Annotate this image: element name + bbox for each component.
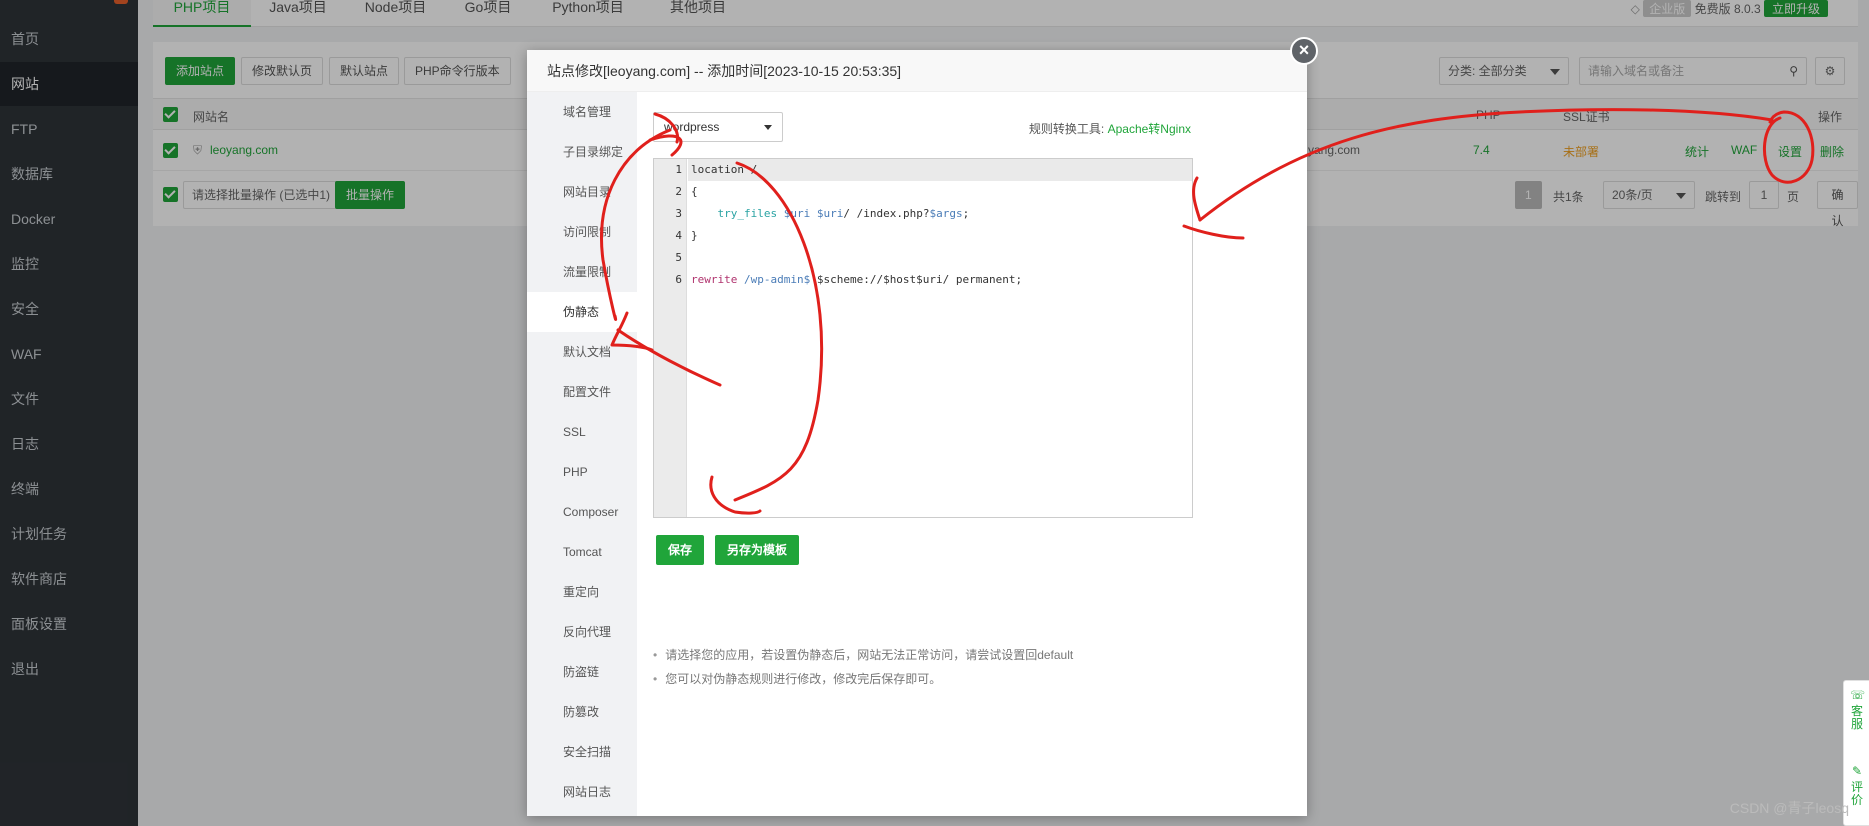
modal-nav-tomcat[interactable]: Tomcat — [527, 532, 637, 572]
line-number: 6 — [675, 273, 682, 286]
review-button[interactable]: 评价 — [1850, 781, 1864, 807]
rewrite-rule-select[interactable]: wordpress — [653, 112, 783, 142]
tip-text: 您可以对伪静态规则进行修改，修改完后保存即可。 — [653, 670, 941, 687]
modal-nav-rewrite[interactable]: 伪静态 — [527, 292, 637, 332]
code-token: $uri — [816, 207, 844, 220]
modal-nav-composer[interactable]: Composer — [527, 492, 637, 532]
apache-to-nginx-link[interactable]: Apache转Nginx — [1108, 122, 1191, 136]
code-token: $args — [929, 207, 963, 220]
modal-nav-security-scan[interactable]: 安全扫描 — [527, 732, 637, 772]
rewrite-code-editor[interactable]: 1 2 3 4 5 6 location / { try_files $uri … — [653, 158, 1193, 518]
code-token: rewrite — [691, 273, 738, 286]
modal-nav: 域名管理 子目录绑定 网站目录 访问限制 流量限制 伪静态 默认文档 配置文件 … — [527, 92, 637, 816]
chevron-down-icon — [764, 125, 772, 130]
rule-tool: 规则转换工具: Apache转Nginx — [1029, 120, 1191, 137]
line-number: 4 — [675, 229, 682, 242]
modal-nav-hotlink[interactable]: 防盗链 — [527, 652, 637, 692]
edit-icon: ✎ — [1851, 764, 1863, 778]
code-token: try_files — [717, 207, 778, 220]
site-edit-modal: 站点修改[leoyang.com] -- 添加时间[2023-10-15 20:… — [527, 37, 1318, 816]
modal-nav-config-file[interactable]: 配置文件 — [527, 372, 637, 412]
code-line: rewrite /wp-admin$ $scheme://$host$uri/ … — [691, 269, 1022, 291]
code-token: $uri — [783, 207, 811, 220]
customer-service-button[interactable]: 客服 — [1850, 705, 1864, 731]
modal-nav-site-dir[interactable]: 网站目录 — [527, 172, 637, 212]
modal-title: 站点修改[leoyang.com] -- 添加时间[2023-10-15 20:… — [527, 50, 1307, 92]
code-token: ; — [962, 207, 970, 220]
code-token: $scheme://$host$uri/ permanent; — [810, 273, 1023, 286]
modal-nav-domain[interactable]: 域名管理 — [527, 92, 637, 132]
modal-nav-subdir[interactable]: 子目录绑定 — [527, 132, 637, 172]
code-line: location / — [688, 159, 1192, 181]
tip-text: 请选择您的应用，若设置伪静态后，网站无法正常访问，请尝试设置回default — [653, 646, 1073, 663]
modal-nav-php[interactable]: PHP — [527, 452, 637, 492]
rewrite-panel: wordpress 规则转换工具: Apache转Nginx 1 2 3 4 5… — [637, 92, 1307, 816]
save-as-template-button[interactable]: 另存为模板 — [715, 535, 800, 565]
code-line: try_files $uri $uri/ /index.php?$args; — [691, 203, 970, 225]
line-number: 2 — [675, 185, 682, 198]
modal-nav-site-log[interactable]: 网站日志 — [527, 772, 637, 812]
code-line: { — [691, 185, 698, 198]
headset-icon: ☏ — [1850, 688, 1866, 702]
code-token: /wp-admin$ — [743, 273, 811, 286]
modal-nav-traffic-limit[interactable]: 流量限制 — [527, 252, 637, 292]
modal-nav-reverse-proxy[interactable]: 反向代理 — [527, 612, 637, 652]
line-number: 5 — [675, 251, 682, 264]
modal-nav-access-limit[interactable]: 访问限制 — [527, 212, 637, 252]
save-button[interactable]: 保存 — [656, 535, 705, 565]
modal-nav-tamper-proof[interactable]: 防篡改 — [527, 692, 637, 732]
rewrite-rule-value: wordpress — [664, 120, 720, 134]
line-number: 1 — [675, 163, 682, 176]
modal-nav-redirect[interactable]: 重定向 — [527, 572, 637, 612]
code-line: } — [691, 229, 698, 242]
rule-tool-label: 规则转换工具: — [1028, 122, 1105, 136]
close-icon[interactable]: × — [1290, 37, 1318, 65]
line-number: 3 — [675, 207, 682, 220]
modal-nav-ssl[interactable]: SSL — [527, 412, 637, 452]
code-token: / /index.php? — [843, 207, 930, 220]
modal-nav-default-doc[interactable]: 默认文档 — [527, 332, 637, 372]
line-number-gutter: 1 2 3 4 5 6 — [654, 159, 687, 517]
watermark: CSDN @青子leosq — [1729, 800, 1849, 816]
